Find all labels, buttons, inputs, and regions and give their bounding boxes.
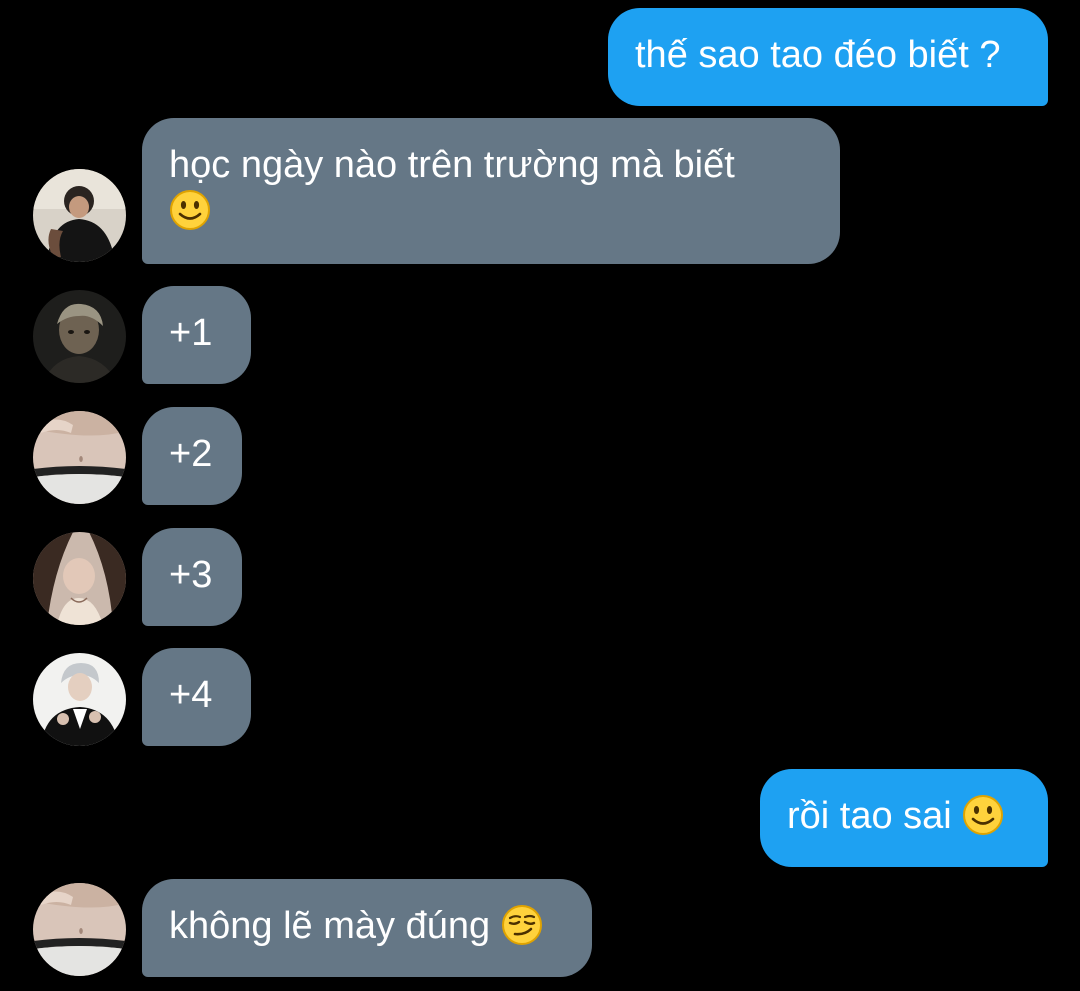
avatar-person-waist[interactable] <box>33 883 126 976</box>
message-bubble-outgoing[interactable]: rồi tao sai <box>760 769 1048 867</box>
message-text: rồi tao sai <box>787 795 952 837</box>
avatar-person-dark-portrait[interactable] <box>33 290 126 383</box>
message-text: học ngày nào trên trường mà biết <box>169 144 735 186</box>
message-text: +2 <box>169 433 213 475</box>
avatar-person-black-shirt[interactable] <box>33 169 126 262</box>
message-bubble-incoming[interactable]: +2 <box>142 407 242 505</box>
avatar-person-silver-hair[interactable] <box>33 653 126 746</box>
message-text: +4 <box>169 674 213 716</box>
message-text: +3 <box>169 554 213 596</box>
avatar-person-long-hair[interactable] <box>33 532 126 625</box>
smirking-face-emoji <box>501 904 543 946</box>
slightly-smiling-face-emoji <box>962 794 1004 836</box>
message-bubble-outgoing[interactable]: thế sao tao đéo biết ? <box>608 8 1048 106</box>
avatar-person-waist[interactable] <box>33 411 126 504</box>
message-bubble-incoming[interactable]: học ngày nào trên trường mà biết <box>142 118 840 264</box>
message-bubble-incoming[interactable]: +3 <box>142 528 242 626</box>
message-text: +1 <box>169 312 213 354</box>
message-bubble-incoming[interactable]: +4 <box>142 648 251 746</box>
message-bubble-incoming[interactable]: +1 <box>142 286 251 384</box>
slightly-smiling-face-emoji <box>169 189 211 231</box>
message-text: thế sao tao đéo biết ? <box>635 34 1001 76</box>
chat-thread: thế sao tao đéo biết ? học ngày nào trên… <box>0 0 1080 991</box>
message-text: không lẽ mày đúng <box>169 905 491 947</box>
message-bubble-incoming[interactable]: không lẽ mày đúng <box>142 879 592 977</box>
